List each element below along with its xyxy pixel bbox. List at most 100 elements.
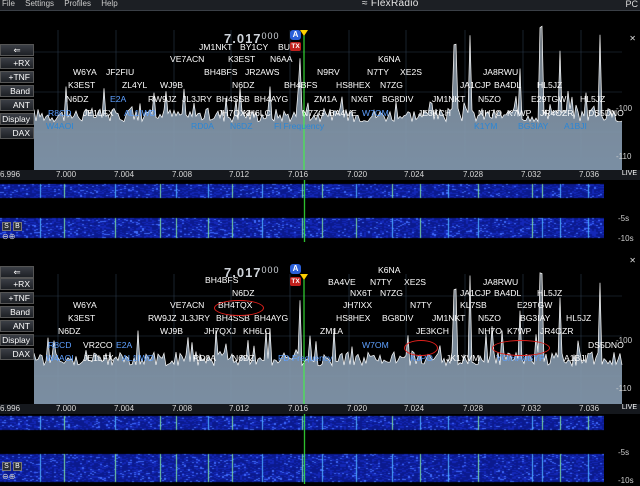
menu-file[interactable]: File — [2, 0, 15, 8]
close-pan-icon[interactable]: ✕ — [629, 256, 636, 265]
dx-spot-label[interactable]: BG3IAY — [518, 122, 548, 131]
ant-button[interactable]: ANT — [0, 320, 34, 332]
dx-spot-label[interactable]: BA4DL — [494, 81, 521, 90]
dx-spot-label[interactable]: AL1IWD — [124, 109, 156, 118]
dx-spot-label[interactable]: KL7SB — [460, 301, 487, 310]
close-pan-icon[interactable]: ✕ — [629, 34, 636, 43]
slice-antenna-badge[interactable]: A — [290, 264, 301, 274]
dx-spot-label[interactable]: N6DZ — [66, 95, 88, 104]
dx-spot-label[interactable]: E2A — [116, 341, 132, 350]
dx-spot-label[interactable]: E29TGW — [531, 95, 566, 104]
upper-slice-panadapter[interactable]: 7.017000 A TX ⇐ +RX +TNF Band ANT Display DAX JM1N… — [0, 12, 640, 243]
dx-spot-label[interactable]: K3EST — [228, 55, 255, 64]
dx-spot-label[interactable]: JR4OZR — [540, 327, 573, 336]
dx-spot-label[interactable]: BU — [278, 43, 290, 52]
zoom-icons[interactable]: ⊖⊕ — [2, 472, 15, 481]
dx-spot-label[interactable]: JH7IXX — [343, 301, 372, 310]
dx-spot-label[interactable]: BH4SSB — [216, 95, 250, 104]
collapse-arrow-icon[interactable]: ⇐ — [0, 44, 34, 56]
dx-spot-label[interactable]: JL3JRY — [180, 314, 210, 323]
dx-spot-label[interactable]: N6DZ — [232, 354, 254, 363]
dx-spot-label[interactable]: ZL4YL — [122, 81, 147, 90]
dx-spot-label[interactable]: BH4BFS — [205, 276, 238, 285]
dx-spot-label[interactable]: K7WP — [507, 109, 531, 118]
dx-spot-label[interactable]: JM1NKT — [432, 95, 465, 104]
dx-spot-label[interactable]: N7ZG — [380, 289, 403, 298]
dx-spot-label[interactable]: BH4BFS — [284, 81, 317, 90]
menu-help[interactable]: Help — [101, 0, 117, 8]
dx-spot-label[interactable]: N7TY — [367, 68, 389, 77]
dx-spot-label[interactable]: E2A — [110, 95, 126, 104]
segment-zoom-button[interactable]: S — [2, 222, 11, 231]
dx-spot-label[interactable]: HL5JZ — [580, 95, 605, 104]
slice-antenna-badge[interactable]: A — [290, 30, 301, 40]
dx-spot-label[interactable]: NH7O — [478, 327, 502, 336]
db-scale-label[interactable]: -110 — [616, 152, 631, 161]
dx-spot-label[interactable]: K1YM — [474, 122, 497, 131]
dx-spot-label[interactable]: ZM1A — [314, 95, 337, 104]
dx-spot-label[interactable]: BG8DIV — [382, 314, 414, 323]
dx-spot-label[interactable]: BH4AYG — [254, 95, 288, 104]
display-button[interactable]: Display — [0, 334, 34, 346]
dx-spot-label[interactable]: K6NA — [378, 55, 400, 64]
dx-spot-label[interactable]: HS8HEX — [336, 81, 370, 90]
frequency-axis[interactable] — [0, 404, 640, 414]
lower-slice-panadapter[interactable]: 7.017000 A TX ⇐ +RX +TNF Band ANT Display DAX BH4B… — [0, 256, 640, 486]
dx-spot-label[interactable]: JE3KCH — [416, 327, 449, 336]
dx-spot-label[interactable]: K3EST — [68, 81, 95, 90]
dx-spot-label[interactable]: HL5JZ — [566, 314, 591, 323]
segment-zoom-button[interactable]: S — [2, 462, 11, 471]
dx-spot-label[interactable]: NX6T — [350, 289, 372, 298]
spectrum-plot[interactable] — [0, 256, 640, 416]
dx-spot-label[interactable]: JM1NKT — [432, 314, 465, 323]
menu-profiles[interactable]: Profiles — [64, 0, 91, 8]
dx-spot-label[interactable]: BH4AYG — [254, 314, 288, 323]
dx-spot-label[interactable]: VR2CO — [83, 341, 113, 350]
band-zoom-button[interactable]: B — [13, 462, 22, 471]
dx-spot-label[interactable]: NH7O — [478, 109, 502, 118]
dx-spot-label[interactable]: N7TY — [370, 278, 392, 287]
band-zoom-button[interactable]: B — [13, 222, 22, 231]
dx-spot-label[interactable]: N7ZG — [302, 109, 325, 118]
band-button[interactable]: Band — [0, 85, 34, 97]
dx-spot-label[interactable]: HL5JZ — [537, 289, 562, 298]
db-scale-label[interactable]: -110 — [616, 384, 631, 393]
dx-spot-label[interactable]: W4AOI — [46, 354, 74, 363]
dx-spot-label[interactable]: XE2S — [400, 68, 422, 77]
dx-spot-label[interactable]: N6DZ — [230, 122, 252, 131]
dx-spot-label[interactable]: W7OM — [362, 109, 389, 118]
dx-spot-label[interactable]: K3EST — [68, 314, 95, 323]
dx-spot-label[interactable]: JA1CJP — [460, 81, 491, 90]
dx-spot-label[interactable]: BG3IAY — [520, 314, 550, 323]
dx-spot-label[interactable]: N7ZG — [380, 81, 403, 90]
dx-spot-label[interactable]: R8CD — [48, 341, 71, 350]
dx-spot-label[interactable]: E29TGW — [517, 301, 552, 310]
band-button[interactable]: Band — [0, 306, 34, 318]
waterfall-display[interactable] — [0, 414, 604, 484]
dx-spot-label[interactable]: JK1YVM — [446, 354, 479, 363]
zoom-icons[interactable]: ⊖⊕ — [2, 232, 15, 241]
frequency-axis[interactable] — [0, 170, 640, 180]
dx-spot-label[interactable]: JH7QXJ — [204, 327, 236, 336]
dx-spot-label[interactable]: VE7ACN — [170, 55, 204, 64]
dax-button[interactable]: DAX — [0, 348, 34, 360]
add-rx-button[interactable]: +RX — [0, 278, 34, 290]
add-tnf-button[interactable]: +TNF — [0, 292, 34, 304]
dx-spot-label[interactable]: RD0A — [191, 122, 214, 131]
dx-spot-label[interactable]: RD0A — [193, 354, 216, 363]
dx-spot-label[interactable]: BG8DIV — [382, 95, 414, 104]
dx-spot-label[interactable]: WJ9B — [160, 327, 183, 336]
dx-spot-label[interactable]: VE7ACN — [170, 301, 204, 310]
dx-spot-label[interactable]: RW9JZ — [148, 314, 177, 323]
dx-spot-label[interactable]: W6YA — [73, 68, 97, 77]
db-scale-label[interactable]: -100 — [616, 104, 632, 113]
display-button[interactable]: Display — [0, 113, 34, 125]
dx-spot-label[interactable]: BA4DL — [494, 289, 521, 298]
dx-spot-label[interactable]: W7OM — [362, 341, 389, 350]
dx-spot-label[interactable]: JR2AWS — [245, 68, 280, 77]
dx-spot-label[interactable]: AL1IWD — [122, 354, 154, 363]
dx-spot-label[interactable]: JL3JRY — [182, 95, 212, 104]
dx-spot-label[interactable]: ZM1A — [320, 327, 343, 336]
dx-spot-label[interactable]: JE3KCH — [418, 109, 451, 118]
dx-spot-label[interactable]: N6DZ — [58, 327, 80, 336]
